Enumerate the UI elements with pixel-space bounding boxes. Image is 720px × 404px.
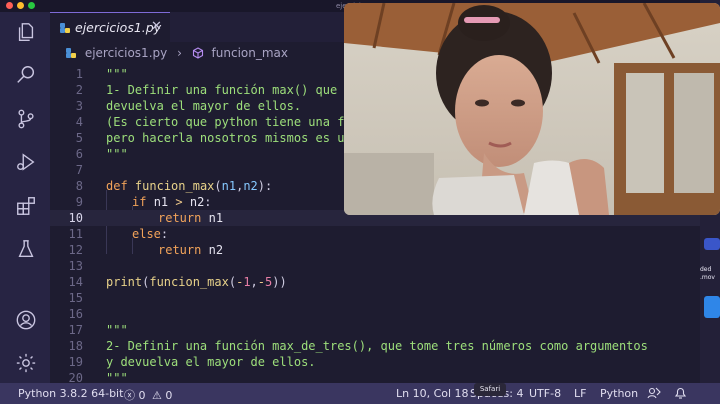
warning-icon: ⚠ [152, 389, 162, 402]
language-mode[interactable]: Python [600, 387, 638, 400]
desktop-file-icon [704, 238, 720, 250]
code-line[interactable]: 19 y devuelva el mayor de ellos. [50, 354, 700, 370]
encoding[interactable]: UTF-8 [529, 387, 561, 400]
line-number: 8 [75, 179, 83, 193]
line-number: 17 [68, 323, 83, 337]
code-text: pero hacerla nosotros mismos es un mu [106, 131, 374, 145]
code-text: (Es cierto que python tiene una funci [106, 115, 374, 129]
close-tab-icon[interactable]: ✕ [151, 19, 162, 34]
line-number: 15 [68, 291, 83, 305]
end-of-line[interactable]: LF [574, 387, 586, 400]
notifications-bell-icon[interactable] [674, 386, 687, 403]
code-line[interactable]: 16 [50, 306, 700, 322]
line-number: 7 [75, 163, 83, 177]
problems-indicator[interactable]: ⓧ 0 ⚠ 0 [124, 387, 172, 403]
breadcrumb-symbol[interactable]: funcion_max [212, 46, 288, 60]
line-number: 4 [75, 115, 83, 129]
desktop-file-label: .mov [700, 274, 715, 281]
python-file-icon [66, 47, 76, 58]
webcam-overlay-icon [344, 3, 720, 215]
warning-count: 0 [165, 389, 173, 402]
line-number: 9 [75, 195, 83, 209]
line-number: 2 [75, 83, 83, 97]
code-line[interactable]: 14 print(funcion_max(-1,-5)) [50, 274, 700, 290]
status-bar: Python 3.8.2 64-bit ⓧ 0 ⚠ 0 Ln 10, Col 1… [0, 383, 720, 404]
line-number: 14 [68, 275, 83, 289]
line-number: 13 [68, 259, 83, 273]
breadcrumb: ejercicios1.py › funcion_max [66, 45, 288, 63]
code-text: print(funcion_max(-1,-5)) [106, 275, 287, 289]
tab-label: ejercicios1.py [75, 20, 162, 35]
code-text: devuelva el mayor de ellos. [106, 99, 302, 113]
dock-tooltip: Safari [474, 383, 506, 396]
files-icon[interactable] [14, 20, 38, 44]
line-number: 11 [68, 227, 83, 241]
code-line[interactable]: 13 [50, 258, 700, 274]
desktop-file-label: ded [700, 266, 712, 273]
activity-bar [0, 12, 50, 383]
code-text: return n1 [158, 211, 224, 225]
code-line[interactable]: 18 2- Definir una función max_de_tres(), … [50, 338, 700, 354]
search-icon[interactable] [14, 63, 38, 87]
line-number: 18 [68, 339, 83, 353]
extensions-icon[interactable] [14, 194, 38, 218]
code-text: return n2 [158, 243, 224, 257]
code-text: """ [106, 67, 128, 81]
line-number: 5 [75, 131, 83, 145]
error-count: 0 [138, 389, 146, 402]
breadcrumb-separator: › [177, 45, 182, 60]
tab-ejercicios1[interactable]: ejercicios1.py ✕ [50, 12, 170, 42]
code-text: """ [106, 323, 128, 337]
cursor-position[interactable]: Ln 10, Col 18 [396, 387, 469, 400]
code-line[interactable]: 15 [50, 290, 700, 306]
source-control-icon[interactable] [14, 107, 38, 131]
desktop-file-icon [704, 296, 720, 318]
account-icon[interactable] [14, 308, 38, 332]
function-cube-icon [192, 46, 203, 59]
run-debug-icon[interactable] [14, 150, 38, 174]
code-text: def funcion_max(n1,n2): [106, 179, 273, 193]
python-interpreter[interactable]: Python 3.8.2 64-bit [18, 387, 123, 400]
python-file-icon [60, 23, 70, 33]
code-text: 1- Definir una función max() que tome [106, 83, 374, 97]
code-text: if n1 > n2: [132, 195, 212, 209]
error-icon: ⓧ [124, 389, 135, 402]
line-number: 6 [75, 147, 83, 161]
line-number: 12 [68, 243, 83, 257]
line-number: 19 [68, 355, 83, 369]
line-number: 1 [75, 67, 83, 81]
gear-icon[interactable] [14, 351, 38, 375]
breadcrumb-file[interactable]: ejercicios1.py [85, 46, 167, 60]
line-number: 16 [68, 307, 83, 321]
code-line[interactable]: 12 return n2 [50, 242, 700, 258]
webcam-overlay [344, 3, 720, 215]
line-number: 10 [68, 211, 83, 225]
line-number: 3 [75, 99, 83, 113]
code-text: else: [132, 227, 169, 241]
testing-icon[interactable] [14, 237, 38, 261]
code-line[interactable]: 11 else: [50, 226, 700, 242]
feedback-icon[interactable] [647, 386, 661, 403]
code-text: y devuelva el mayor de ellos. [106, 355, 316, 369]
code-text: 2- Definir una función max_de_tres(), qu… [106, 339, 648, 353]
code-line[interactable]: 17 """ [50, 322, 700, 338]
code-text: """ [106, 147, 128, 161]
